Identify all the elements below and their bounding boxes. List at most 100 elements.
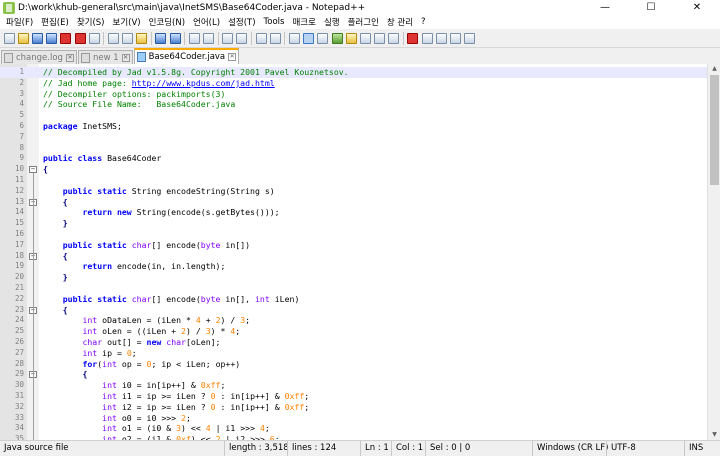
redo-icon[interactable] — [169, 32, 181, 44]
code-line[interactable]: 15 } — [0, 218, 707, 229]
code-line[interactable]: 26 char out[] = new char[oLen]; — [0, 337, 707, 348]
record-macro-icon[interactable] — [407, 32, 419, 44]
menu-item[interactable]: 언어(L) — [189, 16, 224, 28]
code-line[interactable]: 13− { — [0, 197, 707, 208]
tab-close-icon[interactable]: ✕ — [228, 53, 237, 61]
code-line[interactable]: 27 int ip = 0; — [0, 348, 707, 359]
sync-horizontal-icon[interactable] — [269, 32, 281, 44]
code-token: oDataLen = (iLen * — [97, 315, 196, 326]
code-line[interactable]: 11 — [0, 175, 707, 186]
tab-close-icon[interactable]: ✕ — [65, 53, 74, 62]
menu-item[interactable]: 찾기(S) — [73, 16, 109, 28]
code-line[interactable]: 33 int o0 = i0 >>> 2; — [0, 413, 707, 424]
code-line[interactable]: 10−{ — [0, 164, 707, 175]
paste-icon[interactable] — [136, 32, 148, 44]
file-tab[interactable]: new 1 ✕ — [77, 50, 133, 64]
code-line[interactable]: 8 — [0, 143, 707, 154]
menu-item[interactable]: 보기(V) — [109, 16, 145, 28]
code-line[interactable]: 31 int i1 = ip >= iLen ? 0 : in[ip++] & … — [0, 391, 707, 402]
menu-item[interactable]: 플러그인 — [344, 16, 383, 28]
code-token: char — [82, 337, 103, 347]
menu-item[interactable]: 설정(T) — [224, 16, 259, 28]
scroll-up-arrow-icon[interactable]: ▲ — [708, 64, 720, 74]
menu-item[interactable]: 창 관리 — [383, 16, 417, 28]
replace-icon[interactable] — [203, 32, 215, 44]
user-language-icon[interactable] — [331, 32, 343, 44]
code-line[interactable]: 29− { — [0, 369, 707, 380]
code-line[interactable]: 14 return new String(encode(s.getBytes()… — [0, 207, 707, 218]
code-token: [] encode( — [151, 293, 201, 304]
file-tab[interactable]: change.log ✕ — [1, 50, 77, 64]
open-file-icon[interactable] — [17, 32, 29, 44]
maximize-button[interactable]: ☐ — [628, 0, 674, 15]
code-line[interactable]: 9 public class Base64Coder — [0, 153, 707, 164]
code-line[interactable]: 20 } — [0, 272, 707, 283]
zoom-in-icon[interactable] — [222, 32, 234, 44]
save-icon[interactable] — [31, 32, 43, 44]
save-macro-icon[interactable] — [464, 32, 476, 44]
word-wrap-icon[interactable] — [288, 32, 300, 44]
close-all-icon[interactable] — [74, 32, 86, 44]
code-line[interactable]: 7 — [0, 132, 707, 143]
code-line[interactable]: 30 int i0 = in[ip++] & 0xff; — [0, 380, 707, 391]
menu-item[interactable]: 실행 — [320, 16, 344, 28]
code-token: int — [82, 315, 98, 326]
code-line[interactable]: 28 for(int op = 0; ip < iLen; op++) — [0, 359, 707, 370]
code-token: ; — [220, 380, 226, 391]
sync-vertical-icon[interactable] — [255, 32, 267, 44]
tab-bar: change.log ✕ new 1 ✕ Base64Coder.java ✕ — [0, 48, 720, 64]
menu-item[interactable]: ? — [417, 17, 430, 27]
run-macro-multiple-icon[interactable] — [450, 32, 462, 44]
monitoring-icon[interactable] — [388, 32, 400, 44]
zoom-out-icon[interactable] — [236, 32, 248, 44]
close-file-icon[interactable] — [60, 32, 72, 44]
code-line[interactable]: 12 public static String encodeString(Str… — [0, 186, 707, 197]
code-line[interactable]: 18− { — [0, 251, 707, 262]
code-line[interactable]: 22 public static char[] encode(byte in[]… — [0, 294, 707, 305]
code-line[interactable]: 34 int o1 = (i0 & 3) << 4 | i1 >>> 4; — [0, 423, 707, 434]
menu-item[interactable]: Tools — [260, 17, 289, 27]
minimize-button[interactable]: — — [582, 0, 628, 15]
editor[interactable]: 1 // Decompiled by Jad v1.5.8g. Copyright… — [0, 64, 707, 440]
code-line[interactable]: 23− { — [0, 305, 707, 316]
undo-icon[interactable] — [155, 32, 167, 44]
print-icon[interactable] — [88, 32, 100, 44]
function-list-icon[interactable] — [359, 32, 371, 44]
code-line[interactable]: 24 int oDataLen = (iLen * 4 + 2) / 3; — [0, 315, 707, 326]
code-line[interactable]: 3 // Decompiler options: packimports(3) — [0, 89, 707, 100]
menu-item[interactable]: 매크로 — [288, 16, 319, 28]
code-line[interactable]: 5 — [0, 110, 707, 121]
code-line[interactable]: 25 int oLen = ((iLen + 2) / 3) * 4; — [0, 326, 707, 337]
tab-close-icon[interactable]: ✕ — [121, 53, 130, 62]
cut-icon[interactable] — [107, 32, 119, 44]
code-line[interactable]: 4 // Source File Name: Base64Coder.java — [0, 99, 707, 110]
find-icon[interactable] — [188, 32, 200, 44]
code-line[interactable]: 32 int i2 = ip >= iLen ? 0 : in[ip++] & … — [0, 402, 707, 413]
code-line[interactable]: 19 return encode(in, in.length); — [0, 261, 707, 272]
code-line[interactable]: 2 // Jad home page: http://www.kpdus.com/… — [0, 78, 707, 89]
vertical-scrollbar[interactable]: ▲ ▼ — [707, 64, 720, 440]
code-line[interactable]: 21 — [0, 283, 707, 294]
menu-item[interactable]: 파일(F) — [2, 16, 37, 28]
folder-workspace-icon[interactable] — [374, 32, 386, 44]
code-line[interactable]: 1 // Decompiled by Jad v1.5.8g. Copyright… — [0, 67, 707, 78]
save-all-icon[interactable] — [46, 32, 58, 44]
menu-item[interactable]: 편집(E) — [37, 16, 73, 28]
play-macro-icon[interactable] — [435, 32, 447, 44]
scroll-thumb[interactable] — [710, 75, 719, 185]
menu-item[interactable]: 인코딩(N) — [145, 16, 189, 28]
scroll-down-arrow-icon[interactable]: ▼ — [708, 430, 720, 440]
show-all-characters-icon[interactable] — [303, 32, 315, 44]
file-tab[interactable]: Base64Coder.java ✕ — [133, 48, 240, 64]
doc-map-icon[interactable] — [345, 32, 357, 44]
code-token: Base64Coder — [102, 153, 162, 164]
code-line[interactable]: 17 public static char[] encode(byte in[]… — [0, 240, 707, 251]
code-line[interactable]: 16 — [0, 229, 707, 240]
stop-macro-icon[interactable] — [421, 32, 433, 44]
code-line[interactable]: 6 package InetSMS; — [0, 121, 707, 132]
indent-guide-icon[interactable] — [317, 32, 329, 44]
new-file-icon[interactable] — [3, 32, 15, 44]
close-button[interactable]: ✕ — [674, 0, 720, 15]
copy-icon[interactable] — [122, 32, 134, 44]
